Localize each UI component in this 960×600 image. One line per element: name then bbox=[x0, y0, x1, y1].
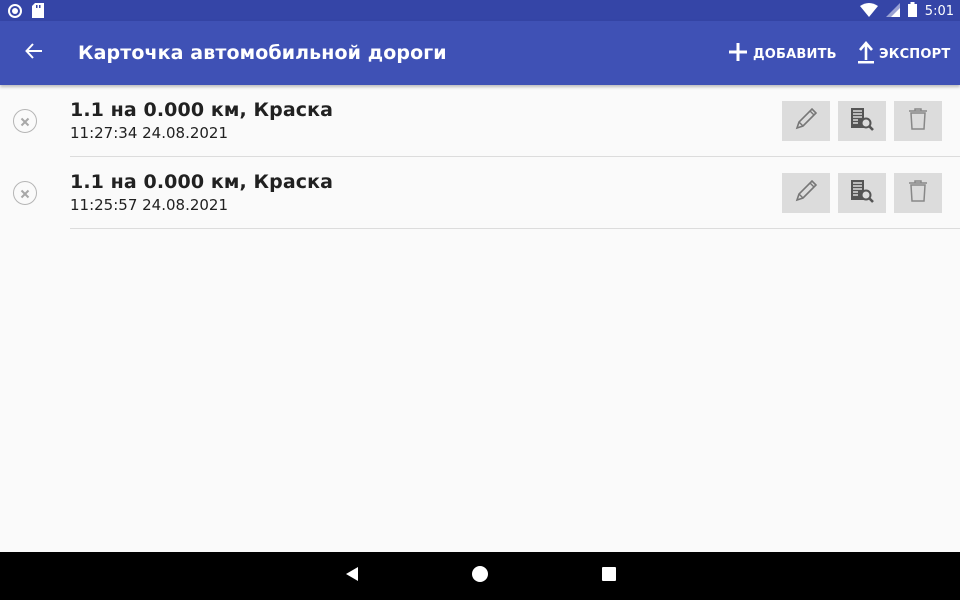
arrow-left-icon bbox=[25, 42, 43, 64]
record-list: 1.1 на 0.000 км, Краска 11:27:34 24.08.2… bbox=[0, 85, 960, 229]
circle-notification-icon bbox=[8, 3, 22, 22]
row-divider bbox=[70, 228, 960, 229]
navigation-bar bbox=[0, 552, 960, 600]
document-search-icon bbox=[848, 106, 876, 136]
upload-icon bbox=[857, 40, 875, 68]
item-timestamp: 11:25:57 24.08.2021 bbox=[70, 196, 229, 214]
trash-icon bbox=[906, 106, 930, 136]
remove-item-button[interactable] bbox=[13, 109, 37, 133]
status-time: 5:01 bbox=[924, 4, 954, 19]
nav-recent-icon bbox=[601, 566, 617, 586]
nav-back-icon bbox=[344, 566, 360, 586]
edit-button[interactable] bbox=[782, 101, 830, 141]
battery-icon bbox=[907, 2, 917, 21]
nav-back-button[interactable] bbox=[340, 564, 364, 588]
remove-item-button[interactable] bbox=[13, 181, 37, 205]
nav-home-button[interactable] bbox=[468, 564, 492, 588]
export-button[interactable]: ЭКСПОРТ bbox=[857, 41, 950, 67]
sd-card-icon bbox=[32, 3, 44, 22]
pencil-icon bbox=[793, 178, 819, 208]
edit-button[interactable] bbox=[782, 173, 830, 213]
status-bar: 5:01 bbox=[0, 0, 960, 21]
pencil-icon bbox=[793, 106, 819, 136]
item-title: 1.1 на 0.000 км, Краска bbox=[70, 99, 334, 121]
app-bar: Карточка автомобильной дороги ДОБАВИТЬ Э… bbox=[0, 21, 960, 85]
item-title: 1.1 на 0.000 км, Краска bbox=[70, 171, 334, 193]
add-button[interactable]: ДОБАВИТЬ bbox=[727, 41, 837, 67]
trash-icon bbox=[906, 178, 930, 208]
close-icon bbox=[20, 184, 30, 203]
delete-button[interactable] bbox=[894, 173, 942, 213]
view-details-button[interactable] bbox=[838, 173, 886, 213]
nav-recent-button[interactable] bbox=[597, 564, 621, 588]
list-item[interactable]: 1.1 на 0.000 км, Краска 11:25:57 24.08.2… bbox=[0, 157, 960, 229]
cell-signal-icon bbox=[885, 2, 900, 21]
delete-button[interactable] bbox=[894, 101, 942, 141]
nav-home-icon bbox=[471, 565, 489, 587]
wifi-icon bbox=[859, 2, 878, 21]
item-timestamp: 11:27:34 24.08.2021 bbox=[70, 124, 229, 142]
add-button-label: ДОБАВИТЬ bbox=[753, 46, 837, 62]
list-item[interactable]: 1.1 на 0.000 км, Краска 11:27:34 24.08.2… bbox=[0, 85, 960, 157]
document-search-icon bbox=[848, 178, 876, 208]
export-button-label: ЭКСПОРТ bbox=[879, 46, 951, 62]
back-button[interactable] bbox=[18, 37, 50, 69]
close-icon bbox=[20, 112, 30, 131]
plus-icon bbox=[727, 41, 749, 67]
view-details-button[interactable] bbox=[838, 101, 886, 141]
page-title: Карточка автомобильной дороги bbox=[78, 42, 447, 64]
